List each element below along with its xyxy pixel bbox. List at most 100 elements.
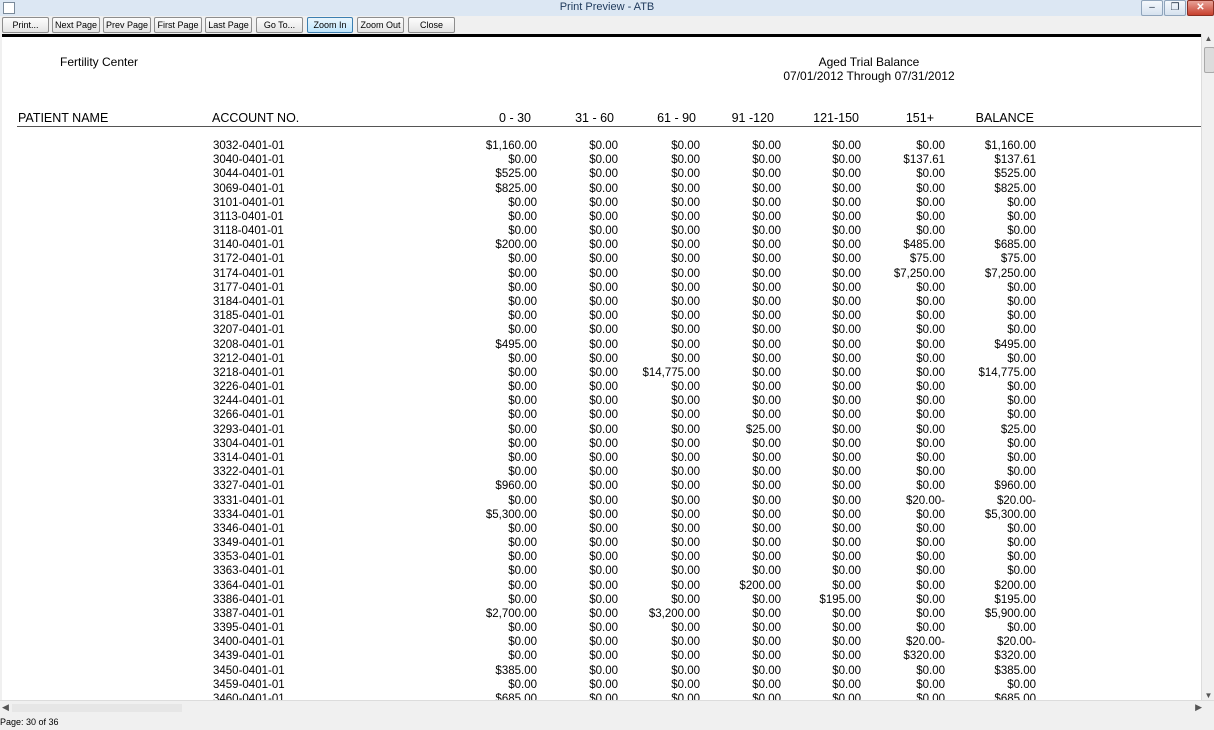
- amount-121-150-cell: $0.00: [832, 338, 861, 351]
- table-row: 3387-0401-01 $2,700.00 $0.00 $3,200.00 $0.00…: [2, 608, 1201, 622]
- first-page-button[interactable]: First Page: [154, 17, 202, 33]
- amount-151-plus-cell: $0.00: [916, 508, 945, 521]
- balance-cell: $0.00: [1007, 678, 1036, 691]
- amount-31-60-cell: $0.00: [589, 650, 618, 663]
- table-row: 3101-0401-01 $0.00 $0.00 $0.00 $0.00 $0.00 $0.…: [2, 197, 1201, 211]
- amount-31-60-cell: $0.00: [589, 140, 618, 152]
- account-no-cell: 3101-0401-01: [213, 196, 285, 209]
- amount-151-plus-cell: $20.00-: [905, 494, 945, 507]
- next-page-button[interactable]: Next Page: [52, 17, 100, 33]
- amount-61-90-cell: $14,775.00: [642, 366, 700, 379]
- balance-cell: $5,900.00: [984, 607, 1036, 620]
- balance-cell: $385.00: [994, 664, 1036, 677]
- print-button[interactable]: Print...: [2, 17, 49, 33]
- balance-cell: $525.00: [994, 168, 1036, 181]
- table-row: 3032-0401-01 $1,160.00 $0.00 $0.00 $0.00 $0.0…: [2, 140, 1201, 154]
- balance-cell: $137.61: [994, 154, 1036, 167]
- amount-91-120-cell: $25.00: [745, 423, 781, 436]
- amount-121-150-cell: $0.00: [832, 395, 861, 408]
- amount-121-150-cell: $0.00: [832, 196, 861, 209]
- amount-0-30-cell: $0.00: [508, 551, 537, 564]
- horizontal-scroll-thumb[interactable]: [12, 704, 182, 712]
- account-no-cell: 3208-0401-01: [213, 338, 285, 351]
- amount-31-60-cell: $0.00: [589, 310, 618, 323]
- amount-31-60-cell: $0.00: [589, 210, 618, 223]
- balance-cell: $7,250.00: [984, 267, 1036, 280]
- balance-cell: $0.00: [1007, 437, 1036, 450]
- amount-151-plus-cell: $0.00: [916, 622, 945, 635]
- account-no-cell: 3140-0401-01: [213, 239, 285, 252]
- amount-121-150-cell: $0.00: [832, 565, 861, 578]
- amount-0-30-cell: $0.00: [508, 593, 537, 606]
- amount-151-plus-cell: $0.00: [916, 295, 945, 308]
- vertical-scrollbar[interactable]: ▲ ▼: [1201, 34, 1214, 700]
- amount-61-90-cell: $0.00: [671, 437, 700, 450]
- balance-cell: $14,775.00: [978, 366, 1036, 379]
- zoom-in-button[interactable]: Zoom In: [307, 17, 353, 33]
- zoom-out-button[interactable]: Zoom Out: [357, 17, 404, 33]
- scroll-up-icon[interactable]: ▲: [1202, 34, 1214, 43]
- amount-151-plus-cell: $0.00: [916, 210, 945, 223]
- amount-0-30-cell: $0.00: [508, 437, 537, 450]
- table-row: 3334-0401-01 $5,300.00 $0.00 $0.00 $0.00 $0.0…: [2, 509, 1201, 523]
- amount-0-30-cell: $0.00: [508, 225, 537, 238]
- balance-cell: $0.00: [1007, 381, 1036, 394]
- header-balance: BALANCE: [975, 111, 1034, 125]
- account-no-cell: 3118-0401-01: [213, 225, 284, 238]
- balance-cell: $0.00: [1007, 551, 1036, 564]
- minimize-button[interactable]: –: [1141, 0, 1163, 16]
- amount-151-plus-cell: $0.00: [916, 579, 945, 592]
- account-no-cell: 3226-0401-01: [213, 381, 285, 394]
- amount-121-150-cell: $0.00: [832, 366, 861, 379]
- account-no-cell: 3314-0401-01: [213, 451, 285, 464]
- table-row: 3459-0401-01 $0.00 $0.00 $0.00 $0.00 $0.00 $0.…: [2, 679, 1201, 693]
- amount-151-plus-cell: $0.00: [916, 423, 945, 436]
- vertical-scroll-thumb[interactable]: [1204, 47, 1214, 73]
- scroll-left-icon[interactable]: ◀: [2, 702, 9, 713]
- amount-31-60-cell: $0.00: [589, 182, 618, 195]
- amount-151-plus-cell: $20.00-: [905, 636, 945, 649]
- amount-31-60-cell: $0.00: [589, 508, 618, 521]
- prev-page-button[interactable]: Prev Page: [103, 17, 151, 33]
- amount-31-60-cell: $0.00: [589, 551, 618, 564]
- table-row: 3207-0401-01 $0.00 $0.00 $0.00 $0.00 $0.00 $0.…: [2, 324, 1201, 338]
- balance-cell: $0.00: [1007, 295, 1036, 308]
- go-to-button[interactable]: Go To...: [256, 17, 303, 33]
- amount-31-60-cell: $0.00: [589, 168, 618, 181]
- amount-0-30-cell: $0.00: [508, 267, 537, 280]
- report-page: Fertility Center Aged Trial Balance 07/0…: [2, 34, 1201, 703]
- amount-0-30-cell: $0.00: [508, 154, 537, 167]
- amount-121-150-cell: $0.00: [832, 466, 861, 479]
- amount-31-60-cell: $0.00: [589, 664, 618, 677]
- header-121-150: 121-150: [813, 111, 859, 125]
- amount-61-90-cell: $0.00: [671, 451, 700, 464]
- scroll-right-icon[interactable]: ▶: [1195, 702, 1202, 713]
- table-row: 3349-0401-01 $0.00 $0.00 $0.00 $0.00 $0.00 $0.…: [2, 537, 1201, 551]
- last-page-button[interactable]: Last Page: [205, 17, 252, 33]
- amount-0-30-cell: $5,300.00: [485, 508, 537, 521]
- balance-cell: $320.00: [994, 650, 1036, 663]
- balance-cell: $20.00-: [996, 636, 1036, 649]
- balance-cell: $0.00: [1007, 225, 1036, 238]
- amount-61-90-cell: $0.00: [671, 678, 700, 691]
- account-no-cell: 3334-0401-01: [213, 508, 285, 521]
- header-account-no: ACCOUNT NO.: [212, 111, 300, 125]
- amount-31-60-cell: $0.00: [589, 579, 618, 592]
- balance-cell: $5,300.00: [984, 508, 1036, 521]
- restore-button[interactable]: ❐: [1164, 0, 1186, 16]
- amount-31-60-cell: $0.00: [589, 565, 618, 578]
- scroll-down-icon[interactable]: ▼: [1202, 691, 1214, 700]
- table-row: 3044-0401-01 $525.00 $0.00 $0.00 $0.00 $0.00 $…: [2, 168, 1201, 182]
- amount-121-150-cell: $0.00: [832, 140, 861, 152]
- amount-61-90-cell: $0.00: [671, 154, 700, 167]
- amount-121-150-cell: $0.00: [832, 451, 861, 464]
- amount-151-plus-cell: $0.00: [916, 593, 945, 606]
- horizontal-scrollbar[interactable]: ◀ ▶: [0, 700, 1214, 715]
- table-row: 3218-0401-01 $0.00 $0.00 $14,775.00 $0.00 $0.…: [2, 367, 1201, 381]
- close-button[interactable]: Close: [408, 17, 455, 33]
- amount-31-60-cell: $0.00: [589, 154, 618, 167]
- amount-91-120-cell: $0.00: [752, 253, 781, 266]
- amount-121-150-cell: $0.00: [832, 310, 861, 323]
- window-close-button[interactable]: ✕: [1187, 0, 1214, 16]
- amount-0-30-cell: $0.00: [508, 210, 537, 223]
